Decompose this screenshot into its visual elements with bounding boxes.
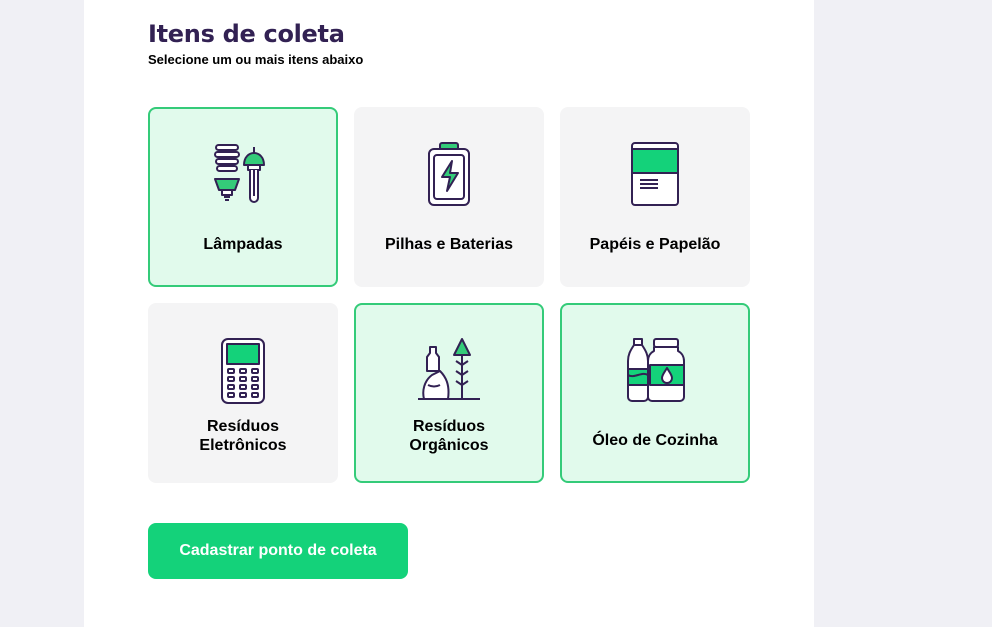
organic-icon xyxy=(414,335,484,405)
item-label: Óleo de Cozinha xyxy=(592,432,718,449)
section-subtitle: Selecione um ou mais itens abaixo xyxy=(148,52,364,67)
item-label-line2: Orgânicos xyxy=(409,437,489,454)
items-grid: Lâmpadas Pilhas e Baterias Papéis e Pape… xyxy=(148,107,750,483)
electronics-icon xyxy=(208,335,278,405)
item-card-electronics[interactable]: Resíduos Eletrônicos xyxy=(148,303,338,483)
form-panel: Itens de coleta Selecione um ou mais ite… xyxy=(84,0,814,627)
paper-icon xyxy=(620,139,690,209)
register-collection-point-button[interactable]: Cadastrar ponto de coleta xyxy=(148,523,408,579)
battery-icon xyxy=(414,139,484,209)
section-title: Itens de coleta xyxy=(148,20,345,48)
item-label-line1: Resíduos xyxy=(412,418,485,435)
item-label: Lâmpadas xyxy=(203,236,283,253)
lamps-icon xyxy=(208,139,278,209)
item-label-line2: Eletrônicos xyxy=(199,437,287,454)
item-label: Pilhas e Baterias xyxy=(384,236,514,253)
item-label: Papéis e Papelão xyxy=(589,236,721,253)
item-card-paper[interactable]: Papéis e Papelão xyxy=(560,107,750,287)
item-label-line1: Resíduos xyxy=(206,418,279,435)
item-card-organic[interactable]: Resíduos Orgânicos xyxy=(354,303,544,483)
item-card-cooking-oil[interactable]: Óleo de Cozinha xyxy=(560,303,750,483)
item-card-lamps[interactable]: Lâmpadas xyxy=(148,107,338,287)
item-label: Resíduos Orgânicos xyxy=(356,417,542,455)
item-label: Resíduos Eletrônicos xyxy=(150,417,336,455)
item-card-batteries[interactable]: Pilhas e Baterias xyxy=(354,107,544,287)
oil-icon xyxy=(620,335,690,405)
